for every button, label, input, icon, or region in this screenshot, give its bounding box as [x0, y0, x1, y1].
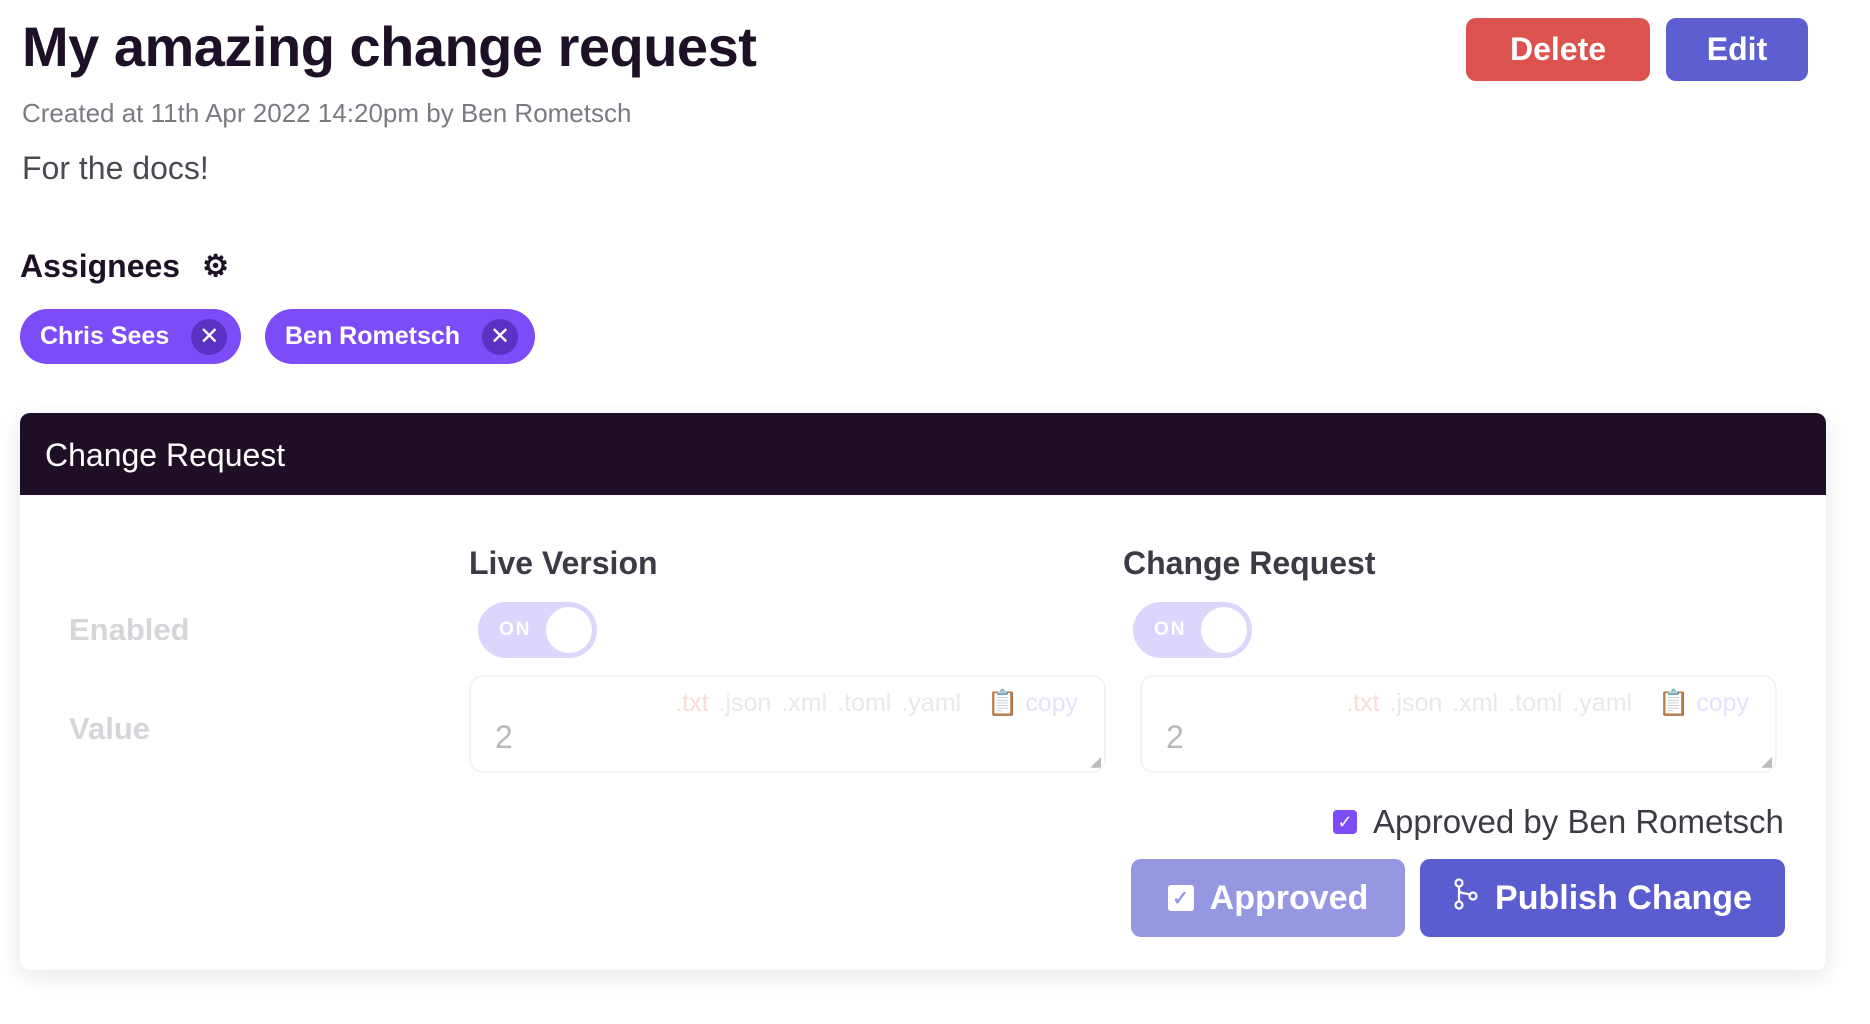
copy-button[interactable]: 📋 copy [1658, 689, 1749, 718]
assignees-label: Assignees [20, 248, 181, 284]
format-yaml[interactable]: .yaml [1572, 689, 1632, 718]
format-json[interactable]: .json [1390, 689, 1443, 718]
resize-handle-icon[interactable]: ◢ [1090, 753, 1101, 770]
toggle-label: ON [1154, 619, 1187, 640]
assignee-chip: Chris Sees ✕ [20, 309, 241, 364]
format-options: .txt .json .xml .toml .yaml 📋 copy [1346, 689, 1749, 718]
toggle-label: ON [499, 619, 532, 640]
approved-button[interactable]: ✓ Approved [1131, 859, 1405, 937]
assignee-name: Ben Rometsch [285, 322, 461, 350]
format-txt[interactable]: .txt [675, 689, 708, 718]
format-xml[interactable]: .xml [1452, 689, 1498, 718]
toggle-knob [546, 607, 592, 653]
format-toml[interactable]: .toml [837, 689, 891, 718]
value-text: 2 [1166, 719, 1184, 755]
description: For the docs! [22, 150, 209, 186]
remove-assignee-icon[interactable]: ✕ [191, 318, 228, 355]
value-text: 2 [495, 719, 513, 755]
live-version-heading: Live Version [469, 545, 658, 581]
format-xml[interactable]: .xml [781, 689, 827, 718]
remove-assignee-icon[interactable]: ✕ [482, 318, 519, 355]
change-value-textarea[interactable]: .txt .json .xml .toml .yaml 📋 copy 2 ◢ [1140, 675, 1777, 773]
git-branch-icon [1453, 877, 1479, 919]
approved-label: Approved [1209, 878, 1369, 917]
clipboard-icon: 📋 [1658, 689, 1690, 717]
format-yaml[interactable]: .yaml [901, 689, 961, 718]
publish-change-button[interactable]: Publish Change [1420, 859, 1785, 937]
gear-icon[interactable]: ⚙ [202, 251, 229, 282]
assignee-chip: Ben Rometsch ✕ [265, 309, 535, 364]
resize-handle-icon[interactable]: ◢ [1761, 753, 1772, 770]
approved-by: ✓ Approved by Ben Rometsch [1333, 803, 1784, 841]
delete-button[interactable]: Delete [1466, 18, 1650, 81]
approved-by-label: Approved by Ben Rometsch [1373, 803, 1784, 840]
live-value-textarea[interactable]: .txt .json .xml .toml .yaml 📋 copy 2 ◢ [469, 675, 1106, 773]
assignee-name: Chris Sees [40, 322, 170, 350]
format-json[interactable]: .json [719, 689, 772, 718]
page-title: My amazing change request [22, 15, 757, 78]
edit-button[interactable]: Edit [1666, 18, 1808, 81]
enabled-label: Enabled [69, 612, 190, 647]
change-request-heading: Change Request [1123, 545, 1376, 581]
toggle-knob [1201, 607, 1247, 653]
clipboard-icon: 📋 [987, 689, 1019, 717]
copy-label: copy [1025, 689, 1078, 717]
live-enabled-toggle[interactable]: ON [478, 602, 597, 658]
format-options: .txt .json .xml .toml .yaml 📋 copy [675, 689, 1078, 718]
value-label: Value [69, 711, 150, 746]
change-enabled-toggle[interactable]: ON [1133, 602, 1252, 658]
copy-button[interactable]: 📋 copy [987, 689, 1078, 718]
assignees-heading: Assignees ⚙ [20, 248, 229, 285]
copy-label: copy [1696, 689, 1749, 717]
format-txt[interactable]: .txt [1346, 689, 1379, 718]
publish-label: Publish Change [1495, 878, 1752, 917]
format-toml[interactable]: .toml [1508, 689, 1562, 718]
created-info: Created at 11th Apr 2022 14:20pm by Ben … [22, 98, 632, 128]
approved-checkbox[interactable]: ✓ [1333, 810, 1357, 834]
check-square-icon: ✓ [1167, 885, 1194, 911]
card-title: Change Request [20, 413, 1826, 495]
